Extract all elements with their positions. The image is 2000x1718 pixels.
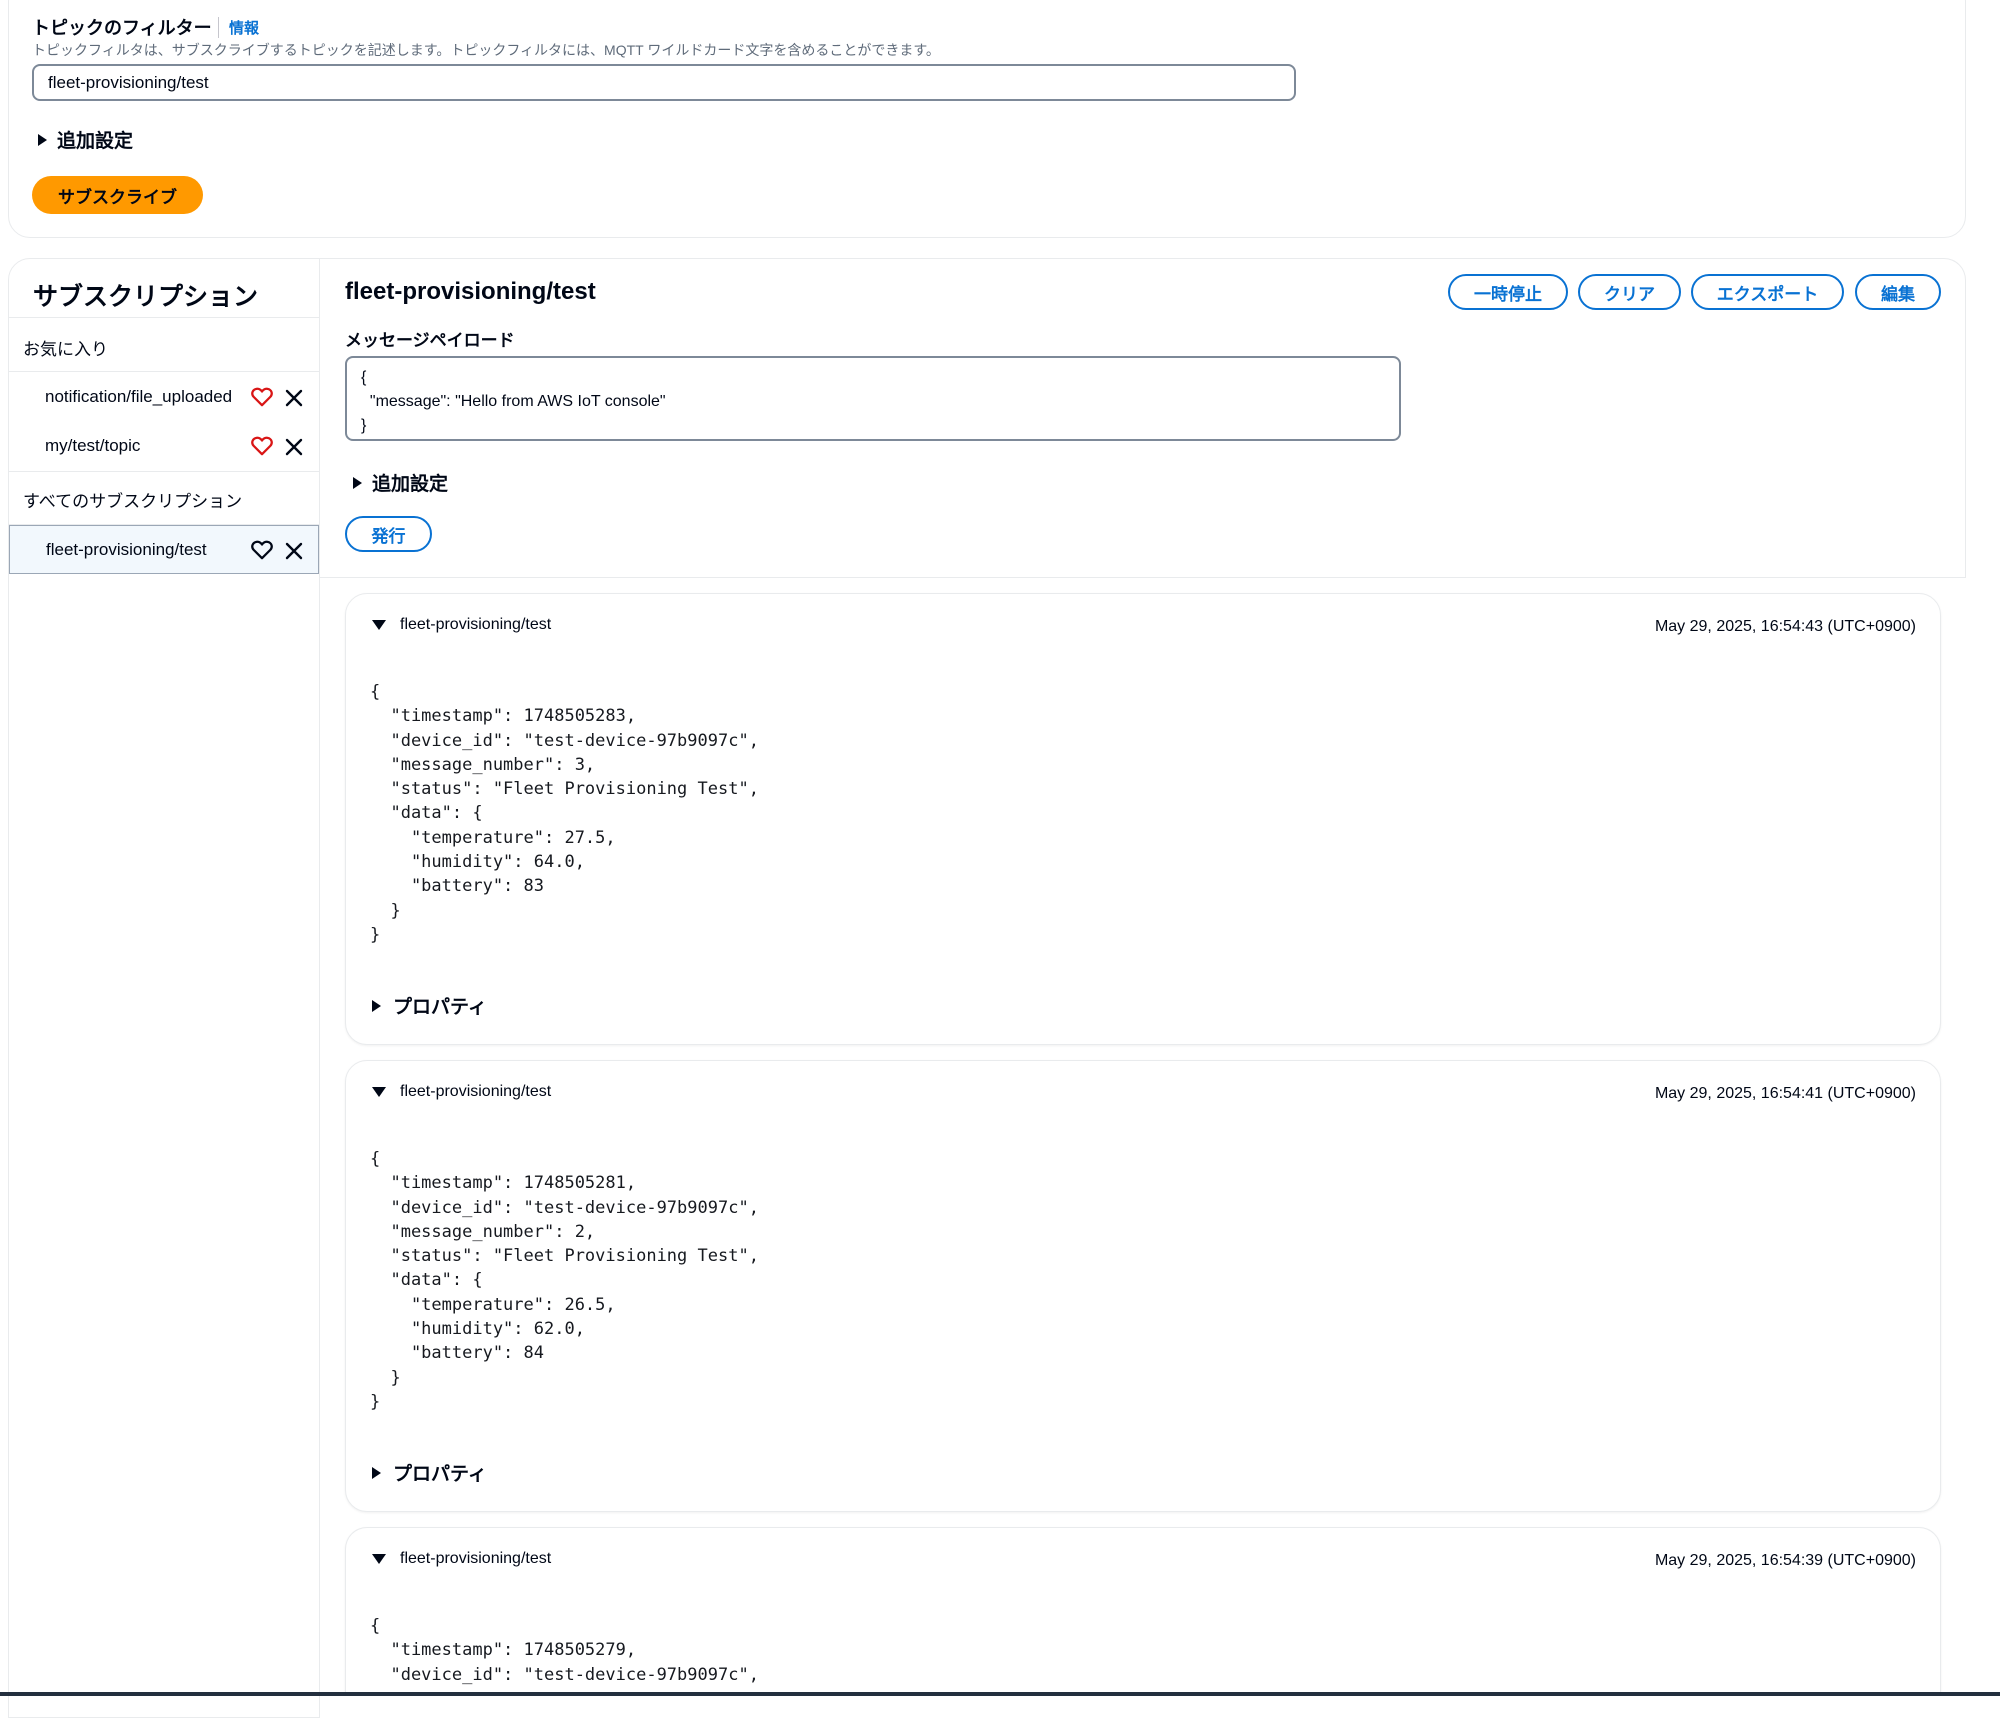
properties-expander[interactable]: プロパティ [372, 992, 487, 1019]
export-button[interactable]: エクスポート [1691, 274, 1844, 310]
message-card: fleet-provisioning/test May 29, 2025, 16… [345, 593, 1941, 1045]
message-timestamp: May 29, 2025, 16:54:43 (UTC+0900) [1654, 618, 1916, 635]
caret-down-icon [372, 620, 386, 630]
divider [9, 317, 319, 318]
clear-button[interactable]: クリア [1578, 274, 1681, 310]
message-topic: fleet-provisioning/test [400, 1083, 552, 1100]
subscribe-button[interactable]: サブスクライブ [32, 176, 203, 214]
topic-filter-description: トピックフィルタは、サブスクライブするトピックを記述します。トピックフィルタには… [32, 42, 940, 58]
edit-button[interactable]: 編集 [1855, 274, 1941, 310]
message-topic: fleet-provisioning/test [400, 616, 552, 633]
additional-settings-expander-publish[interactable]: 追加設定 [353, 469, 448, 496]
caret-right-icon [372, 999, 381, 1012]
divider [9, 471, 319, 472]
message-body: { "timestamp": 1748505279, "device_id": … [370, 1616, 759, 1685]
properties-expander[interactable]: プロパティ [372, 1459, 487, 1486]
message-timestamp: May 29, 2025, 16:54:41 (UTC+0900) [1654, 1085, 1916, 1102]
heart-filled-icon[interactable] [251, 387, 273, 407]
close-icon[interactable] [285, 389, 303, 407]
message-topic-toggle[interactable]: fleet-provisioning/test [372, 1083, 551, 1101]
properties-label: プロパティ [393, 1464, 487, 1485]
message-card: fleet-provisioning/test May 29, 2025, 16… [345, 1060, 1941, 1512]
bottom-bar [0, 1692, 2000, 1696]
subscription-label: notification/file_uploaded [45, 386, 233, 406]
heart-filled-icon[interactable] [251, 436, 273, 456]
publish-button[interactable]: 発行 [345, 516, 432, 552]
subscription-label: my/test/topic [45, 435, 141, 455]
topic-filter-input[interactable] [32, 64, 1296, 101]
all-subscriptions-heading: すべてのサブスクリプション [23, 492, 243, 511]
caret-down-icon [372, 1554, 386, 1564]
heart-outline-icon[interactable] [251, 540, 273, 560]
additional-settings-label: 追加設定 [372, 474, 449, 495]
additional-settings-expander-filter[interactable]: 追加設定 [38, 126, 133, 153]
message-topic-toggle[interactable]: fleet-provisioning/test [372, 616, 551, 634]
message-payload-label: メッセージペイロード [345, 331, 515, 350]
message-timestamp: May 29, 2025, 16:54:39 (UTC+0900) [1654, 1552, 1916, 1569]
favorites-heading: お気に入り [23, 340, 108, 359]
close-icon[interactable] [285, 542, 303, 560]
close-icon[interactable] [285, 438, 303, 456]
pause-button[interactable]: 一時停止 [1448, 274, 1568, 310]
caret-right-icon [38, 133, 47, 146]
caret-down-icon [372, 1087, 386, 1097]
properties-label: プロパティ [393, 997, 487, 1018]
message-topic-toggle[interactable]: fleet-provisioning/test [372, 1550, 551, 1568]
sidebar-title: サブスクリプション [33, 283, 259, 311]
caret-right-icon [372, 1466, 381, 1479]
main-topic-title: fleet-provisioning/test [345, 278, 596, 305]
message-body: { "timestamp": 1748505283, "device_id": … [370, 682, 759, 945]
message-topic: fleet-provisioning/test [400, 1550, 552, 1567]
topic-filter-label: トピックのフィルター [32, 18, 212, 38]
topic-filter-panel [8, 0, 1966, 238]
message-card: fleet-provisioning/test May 29, 2025, 16… [345, 1527, 1941, 1692]
caret-right-icon [353, 476, 362, 489]
additional-settings-label: 追加設定 [57, 131, 134, 152]
subscriptions-sidebar: サブスクリプション お気に入り notification/file_upload… [8, 258, 320, 1718]
message-payload-textarea[interactable]: { "message": "Hello from AWS IoT console… [345, 356, 1401, 441]
subscription-label: fleet-provisioning/test [46, 539, 207, 559]
info-link[interactable]: 情報 [218, 17, 259, 38]
message-body: { "timestamp": 1748505281, "device_id": … [370, 1149, 759, 1412]
